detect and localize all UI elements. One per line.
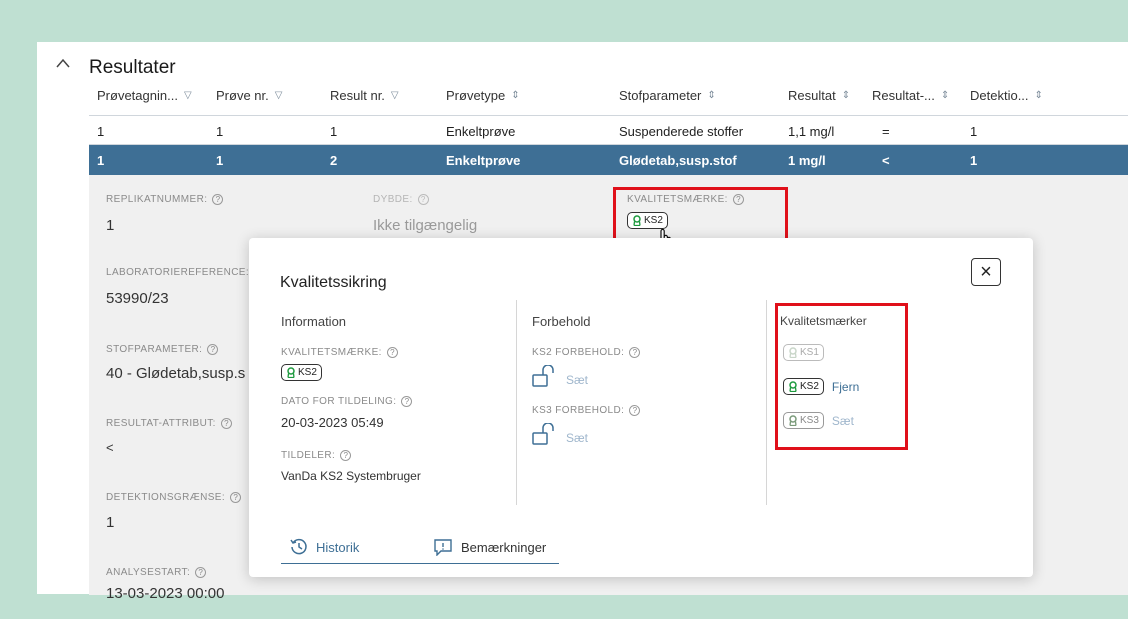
sort-down-icon: ▽	[183, 90, 192, 101]
unlock-icon	[532, 423, 554, 445]
chevron-up-icon[interactable]	[55, 57, 71, 69]
lab-value: 53990/23	[106, 290, 169, 307]
detektionsgraense-label: DETEKTIONSGRÆNSE:?	[106, 492, 242, 503]
help-icon[interactable]: ?	[220, 418, 232, 429]
col-header-proeve-nr[interactable]: Prøve nr. ▽	[216, 88, 282, 103]
section-title: Resultater	[89, 57, 176, 78]
help-icon[interactable]: ?	[629, 347, 641, 358]
resultat-attribut-value: <	[106, 440, 114, 455]
help-icon[interactable]: ?	[230, 492, 242, 503]
close-icon: ×	[980, 260, 992, 283]
information-header: Information	[281, 314, 347, 329]
sort-icon: ⇕	[511, 90, 520, 101]
unlock-icon	[532, 365, 554, 387]
tildeler-value: VanDa KS2 Systembruger	[281, 469, 421, 483]
help-icon[interactable]: ?	[417, 194, 429, 205]
help-icon[interactable]: ?	[401, 396, 413, 407]
award-icon	[287, 367, 295, 378]
detektionsgraense-value: 1	[106, 514, 115, 531]
help-icon[interactable]: ?	[340, 450, 352, 461]
analysestart-label: ANALYSESTART:?	[106, 567, 207, 578]
close-button[interactable]: ×	[971, 258, 1001, 286]
col-header-stofparameter[interactable]: Stofparameter ⇕	[619, 88, 716, 103]
highlight-box-kvalitetsmaerker	[775, 303, 908, 450]
kvalitetssikring-dialog: Kvalitetssikring × Information Forbehold…	[249, 238, 1033, 577]
ks2-forbehold-set[interactable]: Sæt	[532, 365, 588, 387]
replikat-label: REPLIKATNUMMER:?	[106, 194, 224, 205]
col-header-detektion[interactable]: Detektio... ⇕	[970, 88, 1043, 103]
forbehold-header: Forbehold	[532, 314, 591, 329]
dato-value: 20-03-2023 05:49	[281, 415, 384, 430]
help-icon[interactable]: ?	[212, 194, 224, 205]
sort-icon: ⇕	[707, 90, 716, 101]
tildeler-label: TILDELER:?	[281, 450, 352, 461]
replikat-value: 1	[106, 217, 115, 234]
km-label: KVALITETSMÆRKE:?	[281, 347, 398, 358]
help-icon[interactable]: ?	[386, 347, 398, 358]
ks3-forbehold-set[interactable]: Sæt	[532, 423, 588, 445]
sort-icon: ⇕	[940, 90, 950, 101]
sort-down-icon: ▽	[274, 90, 283, 101]
col-header-resultat-attribut[interactable]: Resultat-... ⇕	[872, 88, 949, 103]
dybde-label: DYBDE:?	[373, 194, 429, 205]
divider	[766, 300, 767, 505]
help-icon[interactable]: ?	[195, 567, 207, 578]
sort-down-icon: ▽	[390, 90, 399, 101]
table-row[interactable]: 1 1 1 Enkeltprøve Suspenderede stoffer 1…	[89, 115, 1128, 145]
dato-label: DATO FOR TILDELING:?	[281, 396, 413, 407]
col-header-result-nr[interactable]: Result nr. ▽	[330, 88, 399, 103]
col-header-proevetagning[interactable]: Prøvetagnin... ▽	[97, 88, 192, 103]
stofparameter-value: 40 - Glødetab,susp.s	[106, 365, 246, 382]
col-header-resultat[interactable]: Resultat ⇕	[788, 88, 850, 103]
dybde-value: Ikke tilgængelig	[373, 217, 478, 234]
col-header-proevetype[interactable]: Prøvetype ⇕	[446, 88, 520, 103]
resultat-attribut-label: RESULTAT-ATTRIBUT:?	[106, 418, 232, 429]
help-icon[interactable]: ?	[629, 405, 641, 416]
table-row-selected[interactable]: 1 1 2 Enkeltprøve Glødetab,susp.stof 1 m…	[89, 145, 1128, 175]
sort-icon: ⇕	[1034, 90, 1043, 101]
km-badge: KS2	[281, 364, 322, 383]
sort-icon: ⇕	[841, 90, 851, 101]
tab-historik[interactable]: Historik	[290, 538, 359, 556]
comment-icon	[434, 539, 452, 556]
analysestart-value: 13-03-2023 00:00	[106, 585, 225, 602]
ks2-forbehold-label: KS2 FORBEHOLD:?	[532, 347, 641, 358]
tab-bemaerkninger[interactable]: Bemærkninger	[433, 538, 546, 556]
dialog-tabs: Historik Bemærkninger	[281, 534, 559, 564]
stofparameter-label: STOFPARAMETER:?	[106, 344, 219, 355]
divider	[516, 300, 517, 505]
ks3-forbehold-label: KS3 FORBEHOLD:?	[532, 405, 641, 416]
dialog-title: Kvalitetssikring	[280, 274, 387, 291]
history-icon	[290, 538, 307, 555]
lab-label: LABORATORIEREFERENCE:	[106, 267, 250, 278]
help-icon[interactable]: ?	[207, 344, 219, 355]
